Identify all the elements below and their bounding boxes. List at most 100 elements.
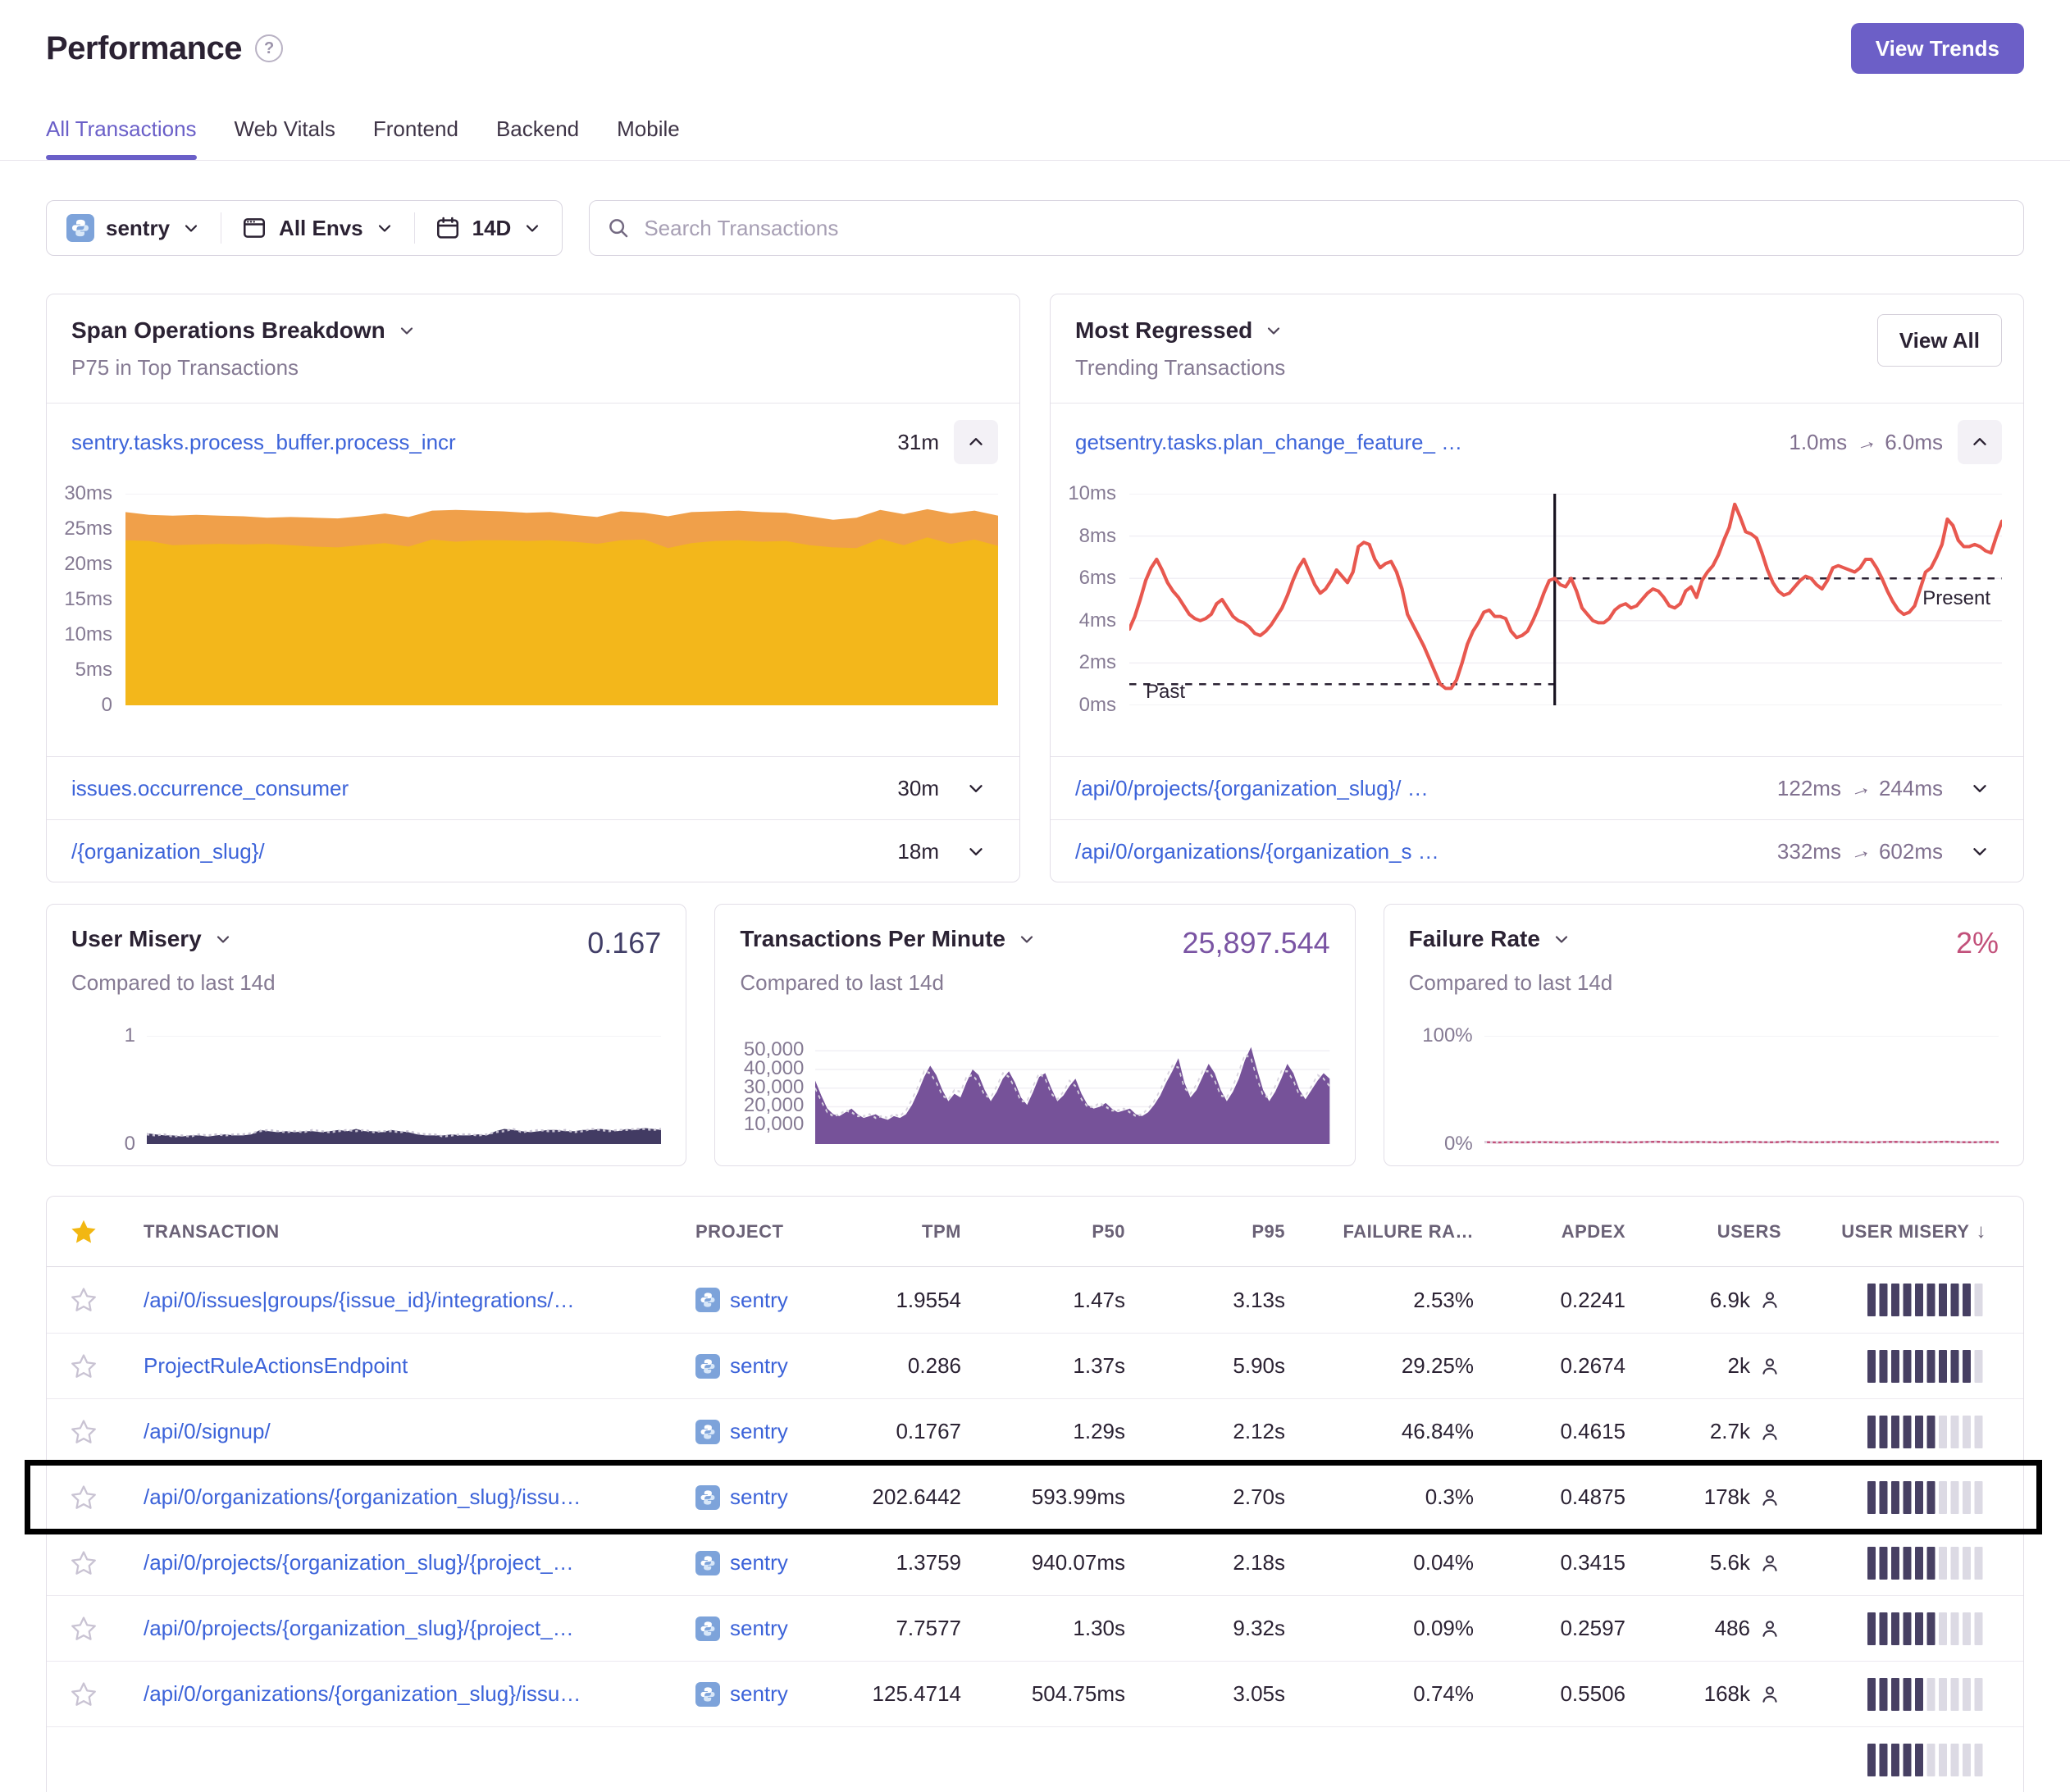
table-row[interactable]: [47, 1726, 2023, 1792]
transaction-link[interactable]: /api/0/projects/{organization_slug}/{pro…: [144, 1550, 574, 1575]
regressed-link[interactable]: getsentry.tasks.plan_change_feature_ …: [1075, 430, 1462, 455]
tabs: All Transactions Web Vitals Frontend Backen…: [46, 116, 2024, 160]
column-header-transaction[interactable]: TRANSACTION: [121, 1221, 666, 1243]
project-cell: sentry: [666, 1353, 855, 1379]
column-header-project[interactable]: PROJECT: [666, 1221, 855, 1243]
span-op-row: issues.occurrence_consumer 30m: [47, 756, 1019, 819]
star-cell[interactable]: [47, 1418, 121, 1446]
p50-cell: 593.99ms: [994, 1484, 1158, 1510]
view-all-button[interactable]: View All: [1877, 314, 2002, 367]
table-row[interactable]: /api/0/organizations/{organization_slug}…: [47, 1661, 2023, 1726]
card-subtitle: Compared to last 14d: [71, 970, 661, 996]
star-header[interactable]: [47, 1217, 121, 1247]
project-link[interactable]: sentry: [730, 1419, 788, 1444]
tab-backend[interactable]: Backend: [496, 116, 579, 160]
environment-filter[interactable]: All Envs: [221, 201, 414, 255]
regressed-link[interactable]: /api/0/projects/{organization_slug}/ …: [1075, 776, 1429, 801]
column-header-users[interactable]: USERS: [1658, 1221, 1814, 1243]
failure-rate-card: Failure Rate 2% Compared to last 14d 100…: [1384, 904, 2024, 1166]
tab-all-transactions[interactable]: All Transactions: [46, 116, 197, 160]
expand-button[interactable]: [954, 777, 998, 799]
table-row[interactable]: /api/0/issues|groups/{issue_id}/integrat…: [47, 1267, 2023, 1333]
project-link[interactable]: sentry: [730, 1484, 788, 1510]
table-row[interactable]: /api/0/signup/ sentry 0.1767 1.29s 2.12s…: [47, 1398, 2023, 1464]
card-title[interactable]: User Misery: [71, 926, 202, 952]
tab-web-vitals[interactable]: Web Vitals: [235, 116, 335, 160]
transaction-link[interactable]: /api/0/signup/: [144, 1419, 271, 1444]
star-cell[interactable]: [47, 1615, 121, 1643]
user-misery-cell: [1814, 1282, 2023, 1318]
transaction-link[interactable]: ProjectRuleActionsEndpoint: [144, 1353, 408, 1379]
date-range-filter[interactable]: 14D: [415, 201, 563, 255]
apdex-cell: 0.3415: [1507, 1550, 1658, 1575]
tab-mobile[interactable]: Mobile: [617, 116, 680, 160]
python-project-icon: [695, 1682, 720, 1707]
project-link[interactable]: sentry: [730, 1288, 788, 1313]
project-link[interactable]: sentry: [730, 1616, 788, 1641]
transaction-link[interactable]: /api/0/issues|groups/{issue_id}/integrat…: [144, 1288, 575, 1313]
collapse-button[interactable]: [954, 420, 998, 464]
environment-filter-label: All Envs: [279, 216, 363, 241]
column-header-p95[interactable]: P95: [1158, 1221, 1318, 1243]
table-row[interactable]: /api/0/projects/{organization_slug}/{pro…: [47, 1595, 2023, 1661]
tpm-cell: 1.9554: [855, 1288, 994, 1313]
python-project-icon: [695, 1485, 720, 1510]
star-cell[interactable]: [47, 1484, 121, 1512]
failure-rate-cell: 0.3%: [1318, 1484, 1507, 1510]
card-title[interactable]: Failure Rate: [1409, 926, 1540, 952]
p95-cell: 3.05s: [1158, 1681, 1318, 1707]
user-misery-bars: [1867, 1611, 1986, 1647]
user-misery-bars: [1867, 1480, 1986, 1516]
span-op-link[interactable]: issues.occurrence_consumer: [71, 776, 349, 801]
star-outline-icon: [70, 1484, 98, 1512]
span-op-link[interactable]: /{organization_slug}/: [71, 839, 265, 864]
regression-range: 122ms → 244ms: [1777, 776, 1943, 801]
span-op-link[interactable]: sentry.tasks.process_buffer.process_incr: [71, 430, 456, 455]
view-trends-button[interactable]: View Trends: [1851, 23, 2024, 74]
apdex-cell: 0.5506: [1507, 1681, 1658, 1707]
user-icon: [1758, 1420, 1781, 1443]
expand-button[interactable]: [1958, 841, 2002, 862]
project-link[interactable]: sentry: [730, 1681, 788, 1707]
tpm-cell: 7.7577: [855, 1616, 994, 1641]
search-box: [589, 200, 2024, 256]
card-title[interactable]: Span Operations Breakdown: [71, 317, 385, 344]
column-header-p50[interactable]: P50: [994, 1221, 1158, 1243]
column-header-failure-rate[interactable]: FAILURE RA…: [1318, 1221, 1507, 1243]
expand-button[interactable]: [1958, 777, 2002, 799]
star-cell[interactable]: [47, 1680, 121, 1708]
collapse-button[interactable]: [1958, 420, 2002, 464]
column-header-apdex[interactable]: APDEX: [1507, 1221, 1658, 1243]
search-input[interactable]: [642, 215, 2007, 242]
project-link[interactable]: sentry: [730, 1550, 788, 1575]
column-header-tpm[interactable]: TPM: [855, 1221, 994, 1243]
transaction-link[interactable]: /api/0/organizations/{organization_slug}…: [144, 1484, 581, 1510]
regressed-link[interactable]: /api/0/organizations/{organization_s …: [1075, 839, 1439, 864]
star-cell[interactable]: [47, 1549, 121, 1577]
chevron-down-icon: [522, 218, 542, 238]
card-subtitle: Trending Transactions: [1075, 355, 1999, 381]
star-cell[interactable]: [47, 1286, 121, 1314]
star-cell[interactable]: [47, 1352, 121, 1380]
p50-cell: 940.07ms: [994, 1550, 1158, 1575]
column-header-user-misery[interactable]: USER MISERY ↓: [1814, 1220, 2023, 1243]
failure-rate-cell: 29.25%: [1318, 1353, 1507, 1379]
card-title[interactable]: Transactions Per Minute: [740, 926, 1005, 952]
card-title[interactable]: Most Regressed: [1075, 317, 1252, 344]
project-link[interactable]: sentry: [730, 1353, 788, 1379]
tab-frontend[interactable]: Frontend: [373, 116, 458, 160]
transaction-link[interactable]: /api/0/projects/{organization_slug}/{pro…: [144, 1616, 574, 1641]
table-row[interactable]: /api/0/projects/{organization_slug}/{pro…: [47, 1530, 2023, 1595]
expand-button[interactable]: [954, 841, 998, 862]
python-logo-icon: [699, 1423, 717, 1441]
python-project-icon: [695, 1354, 720, 1379]
failure-rate-cell: 0.09%: [1318, 1616, 1507, 1641]
table-row[interactable]: ProjectRuleActionsEndpoint sentry 0.286 …: [47, 1333, 2023, 1398]
project-cell: sentry: [666, 1616, 855, 1641]
project-filter[interactable]: sentry: [47, 201, 221, 255]
table-row[interactable]: /api/0/organizations/{organization_slug}…: [47, 1464, 2023, 1530]
filter-bar: sentry All Envs 14D: [46, 200, 2024, 256]
transaction-link[interactable]: /api/0/organizations/{organization_slug}…: [144, 1681, 581, 1707]
help-icon[interactable]: ?: [255, 34, 283, 62]
regressed-row: /api/0/projects/{organization_slug}/ … 1…: [1051, 756, 2023, 819]
